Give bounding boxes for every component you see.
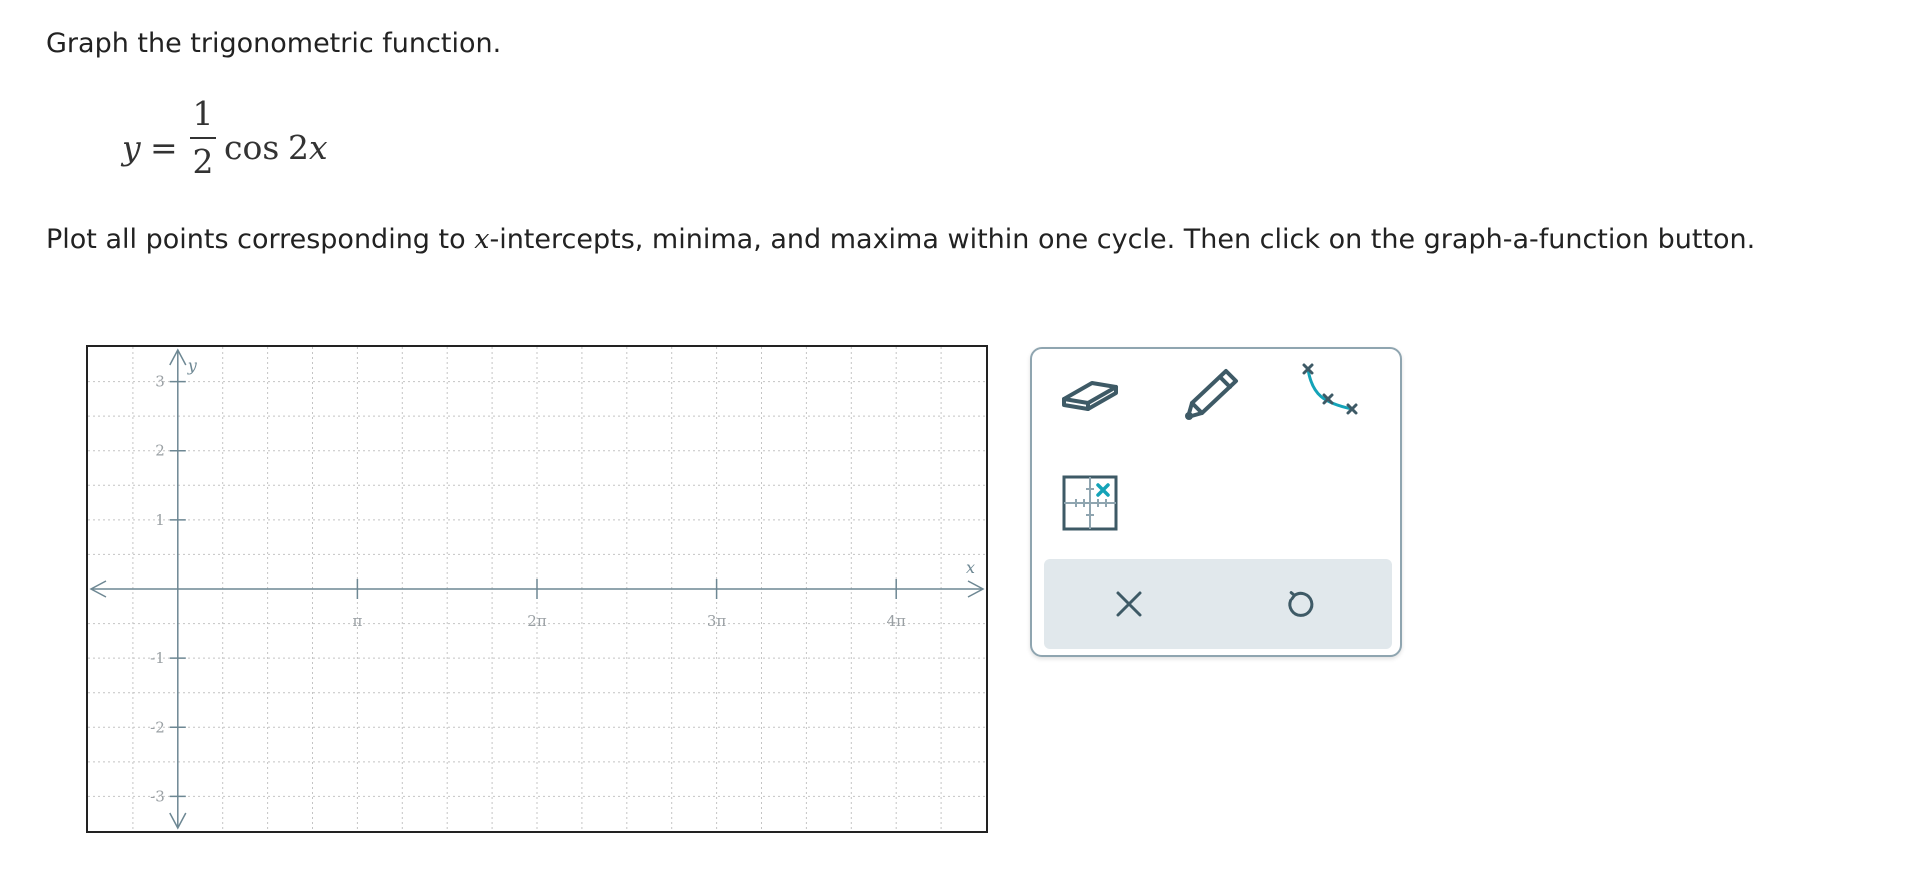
point-plot-icon	[1062, 475, 1118, 531]
pencil-icon	[1185, 369, 1238, 420]
y-tick-label: 3	[155, 373, 165, 391]
instructions-text: Plot all points corresponding to x-inter…	[46, 224, 1755, 255]
instructions-part-2: -intercepts, minima, and maxima within o…	[489, 224, 1756, 255]
undo-button[interactable]	[1268, 571, 1334, 637]
x-tick-label: π	[352, 612, 362, 630]
point-plot-tool-button[interactable]	[1054, 467, 1126, 539]
argument-variable: x	[309, 128, 328, 167]
graph-function-tool-button[interactable]	[1294, 357, 1366, 429]
coordinate-plane[interactable]: x y π 2π 3π 4π 3 2 1 -1 -2 -3	[88, 347, 986, 831]
undo-icon	[1288, 591, 1314, 617]
instructions-part-1: Plot all points corresponding to	[46, 224, 475, 255]
graph-function-icon	[1302, 363, 1358, 415]
x-tick-label: 2π	[527, 612, 547, 630]
eraser-icon	[1062, 381, 1118, 411]
equation-function: cos	[224, 128, 280, 167]
fraction-bar	[190, 137, 216, 139]
y-tick-label: -2	[150, 718, 165, 736]
x-tick-label: 4π	[886, 612, 906, 630]
close-icon	[1116, 591, 1142, 617]
y-tick-label: -3	[150, 787, 165, 805]
y-axis-label: y	[187, 356, 198, 375]
equation-argument: 2x	[288, 128, 328, 167]
prompt-text: Graph the trigonometric function.	[46, 28, 502, 59]
fraction-numerator: 1	[192, 94, 214, 133]
clear-button[interactable]	[1096, 571, 1162, 637]
instructions-variable: x	[474, 224, 490, 255]
equation-fraction: 1 2	[188, 94, 218, 182]
function-equation: y = 1 2 cos 2x	[122, 94, 342, 184]
y-tick-label: -1	[150, 649, 165, 667]
x-tick-label: 3π	[707, 612, 727, 630]
equation-lhs: y	[122, 128, 141, 167]
y-tick-label: 2	[155, 442, 165, 460]
y-tick-label: 1	[155, 511, 165, 529]
x-axis-label: x	[966, 558, 975, 577]
graph-area[interactable]: x y π 2π 3π 4π 3 2 1 -1 -2 -3	[86, 345, 988, 833]
equation-equals: =	[150, 128, 178, 167]
eraser-tool-button[interactable]	[1054, 357, 1126, 429]
action-bar	[1044, 559, 1392, 649]
pencil-tool-button[interactable]	[1174, 357, 1246, 429]
tool-panel	[1030, 347, 1402, 657]
fraction-denominator: 2	[192, 142, 214, 181]
argument-coefficient: 2	[288, 128, 309, 167]
